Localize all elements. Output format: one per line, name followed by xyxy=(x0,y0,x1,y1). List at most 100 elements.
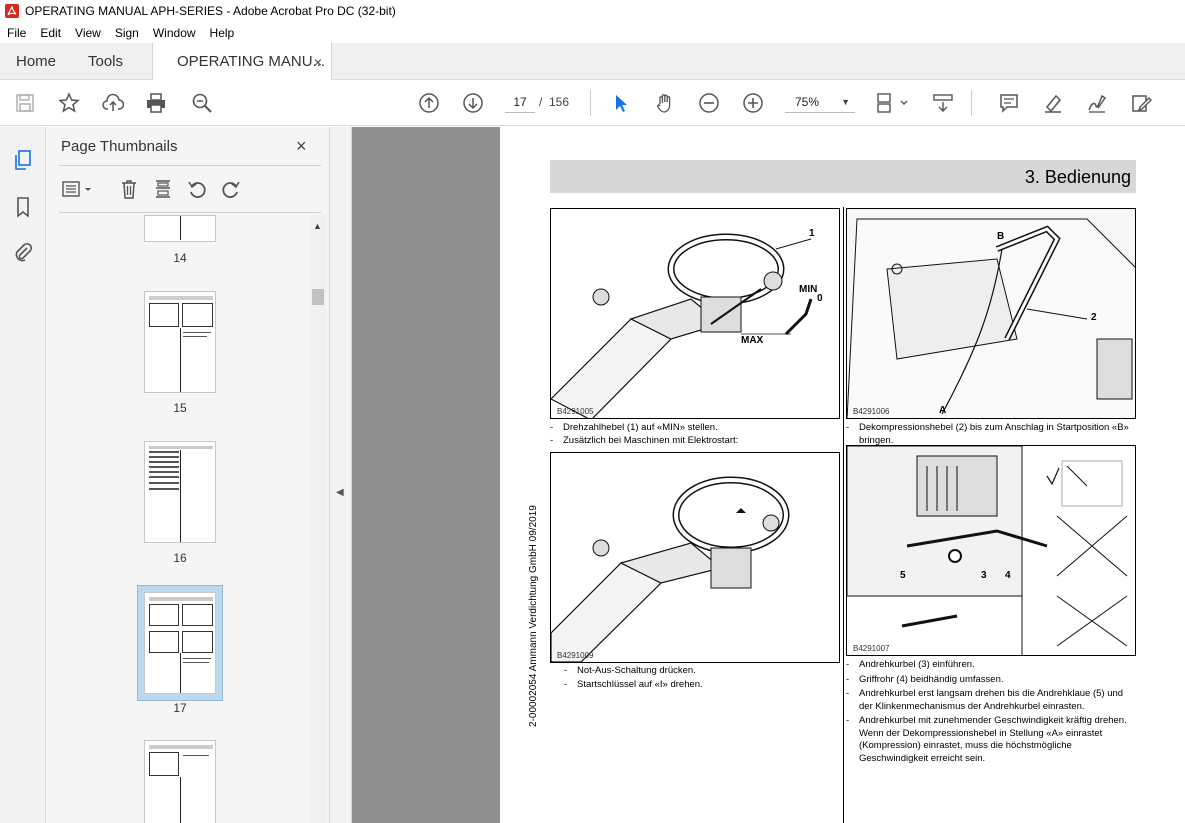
panel-divider xyxy=(59,212,321,213)
figure-id: B4291006 xyxy=(853,407,890,416)
figure-id: B4291005 xyxy=(557,407,594,416)
chevron-down-icon: ▼ xyxy=(841,97,850,107)
thumbnail-list: 14 15 16 17 xyxy=(46,215,308,823)
fit-page-icon[interactable] xyxy=(874,91,914,115)
zoom-level-select[interactable]: 75% ▼ xyxy=(785,91,855,113)
thumbnail-label: 14 xyxy=(173,251,187,265)
save-icon[interactable] xyxy=(13,91,37,115)
menu-file[interactable]: File xyxy=(0,26,33,40)
rotate-right-icon[interactable] xyxy=(219,177,243,201)
toolbar-divider xyxy=(590,90,591,116)
menu-view[interactable]: View xyxy=(68,26,108,40)
page-thumbnail[interactable] xyxy=(144,441,216,543)
highlight-icon[interactable] xyxy=(1041,91,1065,115)
instruction-item: - Startschlüssel auf «I» drehen. xyxy=(564,679,703,690)
toolbar: 17 / 156 75% ▼ xyxy=(0,80,1185,126)
callout-label: MIN xyxy=(799,284,818,295)
callout-label: 2 xyxy=(1091,312,1097,323)
callout-label: B xyxy=(997,231,1005,242)
figure-id: B4291009 xyxy=(557,651,594,660)
figure-id: B4291007 xyxy=(853,644,890,653)
print-icon[interactable] xyxy=(144,91,168,115)
panel-collapse-strip[interactable]: ◀ xyxy=(330,127,352,823)
zoom-in-icon[interactable] xyxy=(741,91,765,115)
thumbnail-label: 16 xyxy=(173,551,187,565)
starting-crank-illustration xyxy=(847,446,1128,655)
bookmark-star-icon[interactable] xyxy=(57,91,81,115)
acrobat-icon xyxy=(5,4,19,18)
page-thumbnail[interactable] xyxy=(144,215,216,242)
page-thumbnail[interactable] xyxy=(144,740,216,823)
instruction-item: - Zusätzlich bei Maschinen mit Elektrost… xyxy=(550,435,739,446)
collapse-left-icon[interactable]: ◀ xyxy=(336,487,344,498)
page-up-icon[interactable] xyxy=(417,91,441,115)
hand-icon[interactable] xyxy=(653,91,677,115)
page-thumbnails-icon[interactable] xyxy=(11,148,35,172)
callout-label: MAX xyxy=(741,335,764,346)
figure-emergency-stop: B4291009 xyxy=(550,452,840,663)
panel-title: Page Thumbnails xyxy=(61,138,178,155)
callout-label: 3 xyxy=(981,570,987,581)
select-cursor-icon[interactable] xyxy=(609,91,633,115)
title-bar: OPERATING MANUAL APH-SERIES - Adobe Acro… xyxy=(0,0,1185,22)
zoom-out-icon[interactable] xyxy=(697,91,721,115)
scroll-mode-icon[interactable] xyxy=(931,91,955,115)
page-thumbnail[interactable] xyxy=(144,291,216,393)
thumbnail-options-icon[interactable] xyxy=(61,177,97,201)
callout-label: 4 xyxy=(1005,570,1011,581)
total-pages: 156 xyxy=(549,95,570,109)
tab-document-label: OPERATING MANU... xyxy=(177,53,326,70)
figure-throttle-lever: 1 MIN 0 MAX B4291005 xyxy=(550,208,840,419)
document-viewport[interactable]: 3. Bedienung 2-00002054 Ammann Verdichtu… xyxy=(352,127,1185,823)
upload-icon[interactable] xyxy=(101,91,125,115)
thumbnail-label: 15 xyxy=(173,401,187,415)
instruction-item: - Drehzahlhebel (1) auf «MIN» stellen. xyxy=(550,422,718,433)
close-panel-icon[interactable]: × xyxy=(296,136,307,157)
emergency-stop-illustration xyxy=(551,476,790,662)
extract-page-icon[interactable] xyxy=(151,177,175,201)
thumbnail-label: 17 xyxy=(173,701,187,715)
page-number-input[interactable]: 17 xyxy=(505,91,535,113)
comment-icon[interactable] xyxy=(997,91,1021,115)
section-title: 3. Bedienung xyxy=(1024,167,1131,187)
thumbnail-scrollbar[interactable]: ▲ xyxy=(310,215,326,823)
instruction-item: - Andrehkurbel (3) einführen. xyxy=(846,659,975,670)
sign-icon[interactable] xyxy=(1085,91,1109,115)
navigation-rail xyxy=(0,127,46,823)
scrollbar-thumb[interactable] xyxy=(312,289,324,305)
rotate-left-icon[interactable] xyxy=(185,177,209,201)
page-thumbnail-selected[interactable] xyxy=(144,592,216,694)
menu-bar: File Edit View Sign Window Help xyxy=(0,22,1185,43)
figure-decompression-lever: B 2 A B4291006 xyxy=(846,208,1136,419)
bookmark-icon[interactable] xyxy=(11,195,35,219)
tab-home[interactable]: Home xyxy=(16,43,56,80)
instruction-item: - Andrehkurbel mit zunehmender Geschwind… xyxy=(846,715,1127,764)
column-divider xyxy=(843,207,844,823)
page-gutter xyxy=(352,127,500,823)
delete-icon[interactable] xyxy=(117,177,141,201)
tab-document[interactable]: OPERATING MANU... × xyxy=(152,43,332,80)
tab-tools[interactable]: Tools xyxy=(88,43,123,80)
page-down-icon[interactable] xyxy=(461,91,485,115)
instruction-item: - Dekompressionshebel (2) bis zum Anschl… xyxy=(846,422,1129,446)
toolbar-divider xyxy=(971,90,972,116)
window-title: OPERATING MANUAL APH-SERIES - Adobe Acro… xyxy=(25,4,396,18)
menu-edit[interactable]: Edit xyxy=(33,26,68,40)
attachment-icon[interactable] xyxy=(11,240,35,264)
scroll-up-icon[interactable]: ▲ xyxy=(313,221,322,231)
callout-label: 1 xyxy=(809,228,815,239)
section-header: 3. Bedienung xyxy=(550,160,1136,193)
search-zoom-icon[interactable] xyxy=(190,91,214,115)
callout-label: 5 xyxy=(900,570,906,581)
callout-label: 0 xyxy=(817,293,823,304)
menu-window[interactable]: Window xyxy=(146,26,203,40)
edit-icon[interactable] xyxy=(1129,91,1153,115)
menu-sign[interactable]: Sign xyxy=(108,26,146,40)
figure-starting-crank: 5 3 4 B4291007 xyxy=(846,445,1136,656)
zoom-level-value: 75% xyxy=(795,95,820,109)
tab-bar: Home Tools OPERATING MANU... × xyxy=(0,43,1185,80)
instruction-item: - Andrehkurbel erst langsam drehen bis d… xyxy=(846,688,1124,712)
instruction-item: - Not-Aus-Schaltung drücken. xyxy=(564,665,696,676)
menu-help[interactable]: Help xyxy=(203,26,242,40)
close-tab-icon[interactable]: × xyxy=(314,54,322,70)
